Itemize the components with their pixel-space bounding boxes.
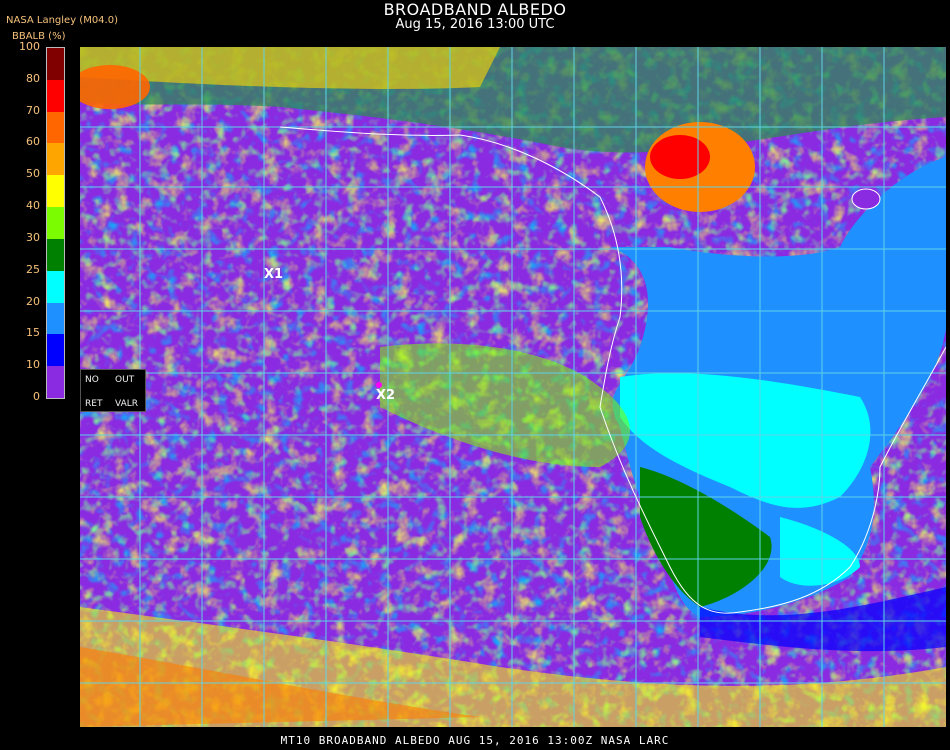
color-band-80-100 bbox=[47, 48, 64, 80]
source-label: NASA Langley (M04.0) bbox=[6, 15, 118, 26]
map-image bbox=[80, 47, 946, 727]
scale-tick-label: 0 bbox=[33, 390, 40, 403]
scale-tick-label: 40 bbox=[26, 199, 40, 213]
scale-tick-label: 15 bbox=[26, 326, 40, 340]
color-band-10-15 bbox=[47, 334, 64, 367]
color-band-25-30 bbox=[47, 238, 64, 271]
legend-ret: RET bbox=[85, 399, 103, 409]
albedo-map: X1 X2 bbox=[80, 47, 946, 727]
legend-valr: VALR bbox=[115, 399, 139, 409]
scale-tick-label: 80 bbox=[26, 71, 40, 85]
color-band-0-10 bbox=[47, 366, 64, 398]
scale-tick-label: 100 bbox=[19, 40, 40, 53]
color-band-40-50 bbox=[47, 175, 64, 208]
lake-victoria bbox=[851, 188, 881, 210]
scale-tick-label: 10 bbox=[26, 358, 40, 372]
legend-out: OUT bbox=[115, 375, 135, 385]
color-band-30-40 bbox=[47, 207, 64, 239]
scale-tick-label: 60 bbox=[26, 135, 40, 149]
color-band-70-80 bbox=[47, 79, 64, 112]
color-scale-bar bbox=[46, 47, 65, 399]
legend-box: NO OUT RET VALR bbox=[80, 369, 146, 412]
color-band-20-25 bbox=[47, 270, 64, 303]
marker-x1: X1 bbox=[264, 267, 284, 282]
scale-tick-label: 70 bbox=[26, 103, 40, 117]
legend-no: NO bbox=[85, 375, 99, 385]
color-band-60-70 bbox=[47, 111, 64, 144]
timestamp-subtitle: Aug 15, 2016 13:00 UTC bbox=[395, 17, 555, 32]
marker-x2: X2 bbox=[376, 388, 396, 403]
footer-caption: MT10 BROADBAND ALBEDO AUG 15, 2016 13:00… bbox=[280, 734, 670, 747]
scale-tick-label: 50 bbox=[26, 167, 40, 181]
scale-tick-label: 30 bbox=[26, 230, 40, 244]
scale-tick-label: 25 bbox=[26, 262, 40, 276]
scale-tick-label: 20 bbox=[26, 294, 40, 308]
color-band-15-20 bbox=[47, 302, 64, 335]
color-band-50-60 bbox=[47, 143, 64, 176]
